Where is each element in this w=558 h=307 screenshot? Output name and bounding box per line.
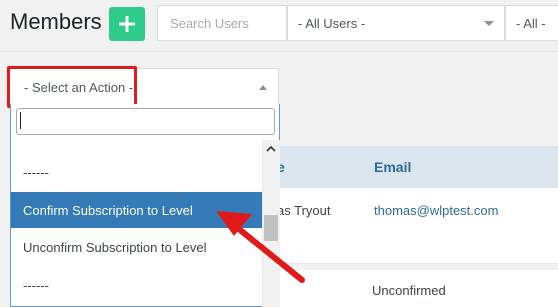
highlight-box bbox=[7, 66, 137, 108]
scroll-up-icon[interactable] bbox=[264, 142, 278, 154]
add-member-button[interactable] bbox=[109, 7, 145, 41]
dropdown-search-input[interactable] bbox=[16, 108, 275, 135]
status-filter-select[interactable]: - All - bbox=[505, 5, 558, 41]
users-filter-value: - All Users - bbox=[298, 15, 366, 31]
text-cursor bbox=[20, 112, 21, 129]
page-title: Members bbox=[10, 9, 102, 34]
column-header-email[interactable]: Email bbox=[374, 159, 411, 175]
chevron-down-icon bbox=[484, 21, 494, 26]
status-filter-value: - All - bbox=[516, 15, 546, 31]
action-option-separator[interactable]: ------ bbox=[11, 154, 262, 190]
users-filter-select[interactable]: - All Users - bbox=[287, 5, 505, 41]
member-email-link[interactable]: thomas@wlptest.com bbox=[374, 203, 498, 218]
chevron-up-icon bbox=[259, 85, 267, 90]
search-users-input[interactable]: Search Users bbox=[157, 5, 287, 41]
member-status: Unconfirmed bbox=[372, 283, 446, 298]
annotation-arrow-icon bbox=[216, 211, 305, 283]
table-header bbox=[265, 146, 558, 188]
plus-icon bbox=[119, 16, 135, 32]
